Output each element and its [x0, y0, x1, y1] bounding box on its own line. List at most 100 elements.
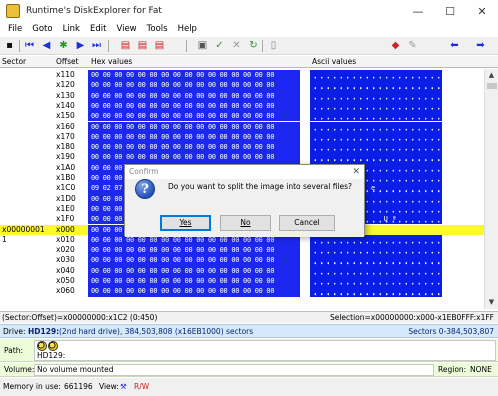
hex-cell[interactable]: 00 00 00 00 00 00 00 00 00 00 00 00 00 0…: [91, 132, 274, 142]
offset-cell: x1D0: [56, 193, 76, 203]
column-offset[interactable]: Offset: [56, 57, 79, 66]
menu-help[interactable]: Help: [173, 24, 202, 34]
rw-status[interactable]: R/W: [134, 382, 149, 391]
last-icon[interactable]: ⏭: [90, 39, 103, 52]
hex-cell[interactable]: 00 00 00 00 00 00 00 00 00 00 00 00 00 0…: [91, 101, 274, 111]
close-button[interactable]: ✕: [466, 0, 498, 22]
offset-cell: x180: [56, 142, 75, 152]
menu-file[interactable]: File: [3, 24, 27, 34]
first-icon[interactable]: ⏮: [23, 39, 36, 52]
pin-icon[interactable]: ✎: [406, 39, 419, 52]
table-row[interactable]: x180 00 00 00 00 00 00 00 00 00 00 00 00 …: [0, 142, 484, 153]
sector-range: Sectors 0-384,503,807: [408, 327, 494, 336]
offset-cell: x170: [56, 131, 75, 141]
marker-icon[interactable]: ◆: [389, 39, 402, 52]
dialog-message: Do you want to split the image into seve…: [168, 182, 353, 191]
hex-cell[interactable]: 00 00 00 00 00 00 00 00 00 00 00 00 00 0…: [91, 80, 274, 90]
window-controls: — ☐ ✕: [402, 0, 498, 22]
hex-cell[interactable]: 00 00 00 00 00 00 00 00 00 00 00 00 00 0…: [91, 122, 274, 132]
hex-cell[interactable]: 00 00 00 00 00 00 00 00 00 00 00 00 00 0…: [91, 245, 274, 255]
maximize-button[interactable]: ☐: [434, 0, 466, 22]
menu-link[interactable]: Link: [58, 24, 85, 34]
table-row[interactable]: x030 00 00 00 00 00 00 00 00 00 00 00 00 …: [0, 255, 484, 266]
scroll-thumb[interactable]: [487, 83, 497, 89]
next-icon[interactable]: ▶: [74, 39, 87, 52]
hex-cell[interactable]: 09 02 07: [91, 183, 122, 193]
hex-cell[interactable]: 00 00 00 00 00 00 00 00 00 00 00 00 00 0…: [91, 70, 274, 80]
forward-icon[interactable]: ➡: [474, 39, 487, 52]
offset-cell: x150: [56, 111, 75, 121]
menu-edit[interactable]: Edit: [85, 24, 111, 34]
selection-status: Selection=x00000000:x000-x1EB0FFF:x1FF: [329, 313, 494, 322]
prev-icon[interactable]: ◀: [40, 39, 53, 52]
no-button[interactable]: No: [220, 215, 271, 231]
sector-cell: 1: [2, 234, 7, 244]
path-value[interactable]: HD129:: [37, 351, 65, 360]
cancel-label: Cancel: [294, 218, 320, 227]
table-row[interactable]: x170 00 00 00 00 00 00 00 00 00 00 00 00 …: [0, 131, 484, 143]
table-row[interactable]: x060 00 00 00 00 00 00 00 00 00 00 00 00 …: [0, 286, 484, 297]
table-row[interactable]: x130 00 00 00 00 00 00 00 00 00 00 00 00 …: [0, 90, 484, 101]
save-icon[interactable]: ▪: [3, 39, 16, 52]
hex-cell[interactable]: 00 00 00 00 00 00 00 00 00 00 00 00 00 0…: [91, 111, 274, 121]
offset-cell: x1C0: [56, 183, 76, 193]
preview-icon[interactable]: ▯: [267, 39, 280, 52]
table-row[interactable]: x050 00 00 00 00 00 00 00 00 00 00 00 00 …: [0, 276, 484, 287]
run-icon[interactable]: ✱: [57, 39, 70, 52]
hex-cell[interactable]: 00 00 00: [91, 204, 122, 214]
ascii-cell-bg: [310, 142, 442, 153]
copy-icon[interactable]: ▤: [119, 39, 132, 52]
offset-cell: x140: [56, 100, 75, 110]
status-line: (Sector:Offset)=x00000000:x1C2 (0:450) S…: [0, 311, 498, 323]
table-row[interactable]: x120 00 00 00 00 00 00 00 00 00 00 00 00 …: [0, 80, 484, 91]
drive-name[interactable]: HD129:: [28, 327, 59, 336]
app-icon: [6, 4, 20, 18]
table-row[interactable]: x150 00 00 00 00 00 00 00 00 00 00 00 00 …: [0, 111, 484, 122]
column-sector[interactable]: Sector: [2, 57, 26, 66]
hex-cell[interactable]: 00 00 00 00 00 00 00 00 00 00 00 00 00 0…: [91, 142, 274, 152]
table-row[interactable]: x110 00 00 00 00 00 00 00 00 00 00 00 00 …: [0, 70, 484, 81]
scroll-down-icon[interactable]: ▼: [485, 296, 498, 309]
path-bar: Path: HD129:: [0, 339, 498, 362]
hex-cell[interactable]: 00 00 00 00 00 00 00 00 00 00 00 00 00 0…: [91, 276, 274, 286]
refresh-icon[interactable]: ↻: [247, 39, 260, 52]
hex-cell[interactable]: 00 00 00 00 00 00 00 00 00 00 00 00 00 0…: [91, 91, 274, 101]
dialog-title: Confirm: [129, 167, 159, 176]
view-label: View:: [99, 382, 119, 391]
table-row[interactable]: x040 00 00 00 00 00 00 00 00 00 00 00 00 …: [0, 265, 484, 276]
region-value: NONE: [470, 365, 492, 374]
vertical-scrollbar[interactable]: ▲ ▼: [484, 69, 498, 309]
cancel-icon[interactable]: ✕: [230, 39, 243, 52]
toolbar-separator: [108, 40, 109, 52]
table-row[interactable]: x190 00 00 00 00 00 00 00 00 00 00 00 00 …: [0, 152, 484, 163]
table-row[interactable]: x020 00 00 00 00 00 00 00 00 00 00 00 00 …: [0, 245, 484, 256]
hex-cell[interactable]: 00 00 00 00 00 00 00 00 00 00 00 00 00 0…: [91, 286, 274, 296]
scroll-up-icon[interactable]: ▲: [485, 69, 498, 82]
paste-icon[interactable]: ▤: [136, 39, 149, 52]
dialog-close-button[interactable]: ✕: [352, 165, 360, 179]
yes-button[interactable]: Yes: [160, 215, 211, 231]
table-row[interactable]: x140 00 00 00 00 00 00 00 00 00 00 00 00 …: [0, 100, 484, 112]
window-title: Runtime's DiskExplorer for Fat: [26, 6, 162, 16]
menu-goto[interactable]: Goto: [27, 24, 57, 34]
column-hex[interactable]: Hex values: [91, 57, 132, 66]
path-field[interactable]: [34, 340, 496, 361]
hex-cell[interactable]: 00 00 00 00 00 00 00 00 00 00 00 00 00 0…: [91, 266, 274, 276]
check-icon[interactable]: ✓: [213, 39, 226, 52]
hex-cell[interactable]: 00 00 00 00 00 00 00 00 00 00 00 00 00 0…: [91, 255, 274, 265]
back-icon[interactable]: ⬅: [448, 39, 461, 52]
hex-cell[interactable]: 00 00 00 00 00 00 00 00 00 00 00 00 00 0…: [91, 152, 274, 162]
column-ascii[interactable]: Ascii values: [312, 57, 356, 66]
ascii-cell-bg: [310, 70, 442, 81]
tools-icon[interactable]: ▣: [196, 39, 209, 52]
ascii-cell-bg: [310, 131, 442, 143]
cut-icon[interactable]: ▤: [153, 39, 166, 52]
menu-view[interactable]: View: [111, 24, 141, 34]
hex-cell[interactable]: 00 00 00: [91, 214, 122, 224]
minimize-button[interactable]: —: [402, 0, 434, 22]
menu-tools[interactable]: Tools: [142, 24, 173, 34]
table-row[interactable]: x160 00 00 00 00 00 00 00 00 00 00 00 00 …: [0, 121, 484, 132]
hex-cell[interactable]: 00 00 00: [91, 194, 122, 204]
cancel-button[interactable]: Cancel: [279, 215, 335, 231]
view-mode-icon[interactable]: ⚒: [120, 382, 127, 391]
